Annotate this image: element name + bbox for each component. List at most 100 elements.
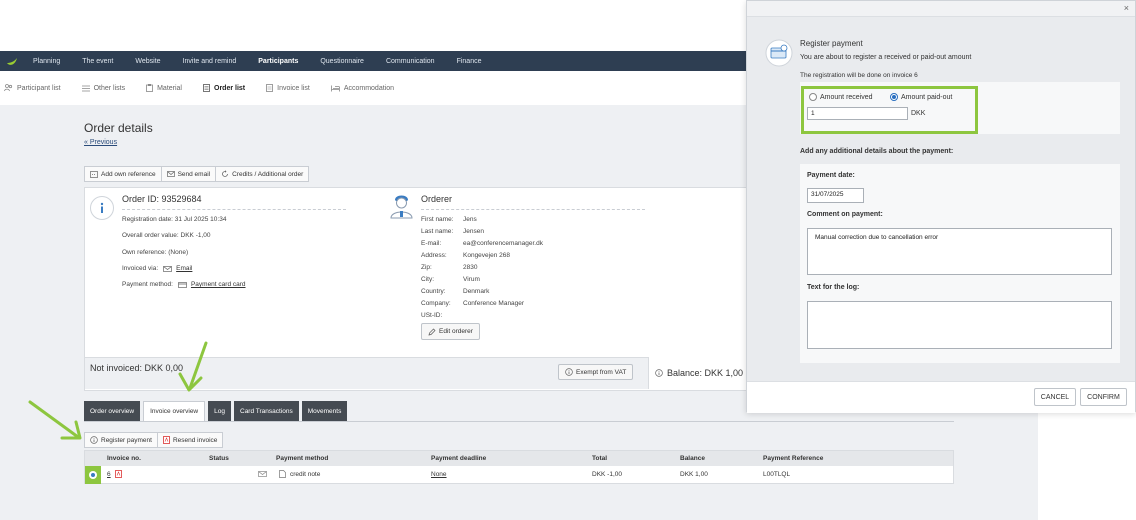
invoice-payment-method: credit note <box>290 471 321 478</box>
tab-divider <box>84 421 954 422</box>
radio-button-selected[interactable] <box>890 93 898 101</box>
subnav-label: Invoice list <box>277 84 310 92</box>
nav-invite-and-remind[interactable]: Invite and remind <box>172 58 248 65</box>
dialog-footer <box>747 381 1135 413</box>
credit-note-icon <box>279 470 286 478</box>
nav-questionnaire[interactable]: Questionnaire <box>309 58 375 65</box>
invoice-icon <box>266 84 274 92</box>
payment-method-label: Payment method: <box>122 281 173 288</box>
edit-orderer-button[interactable]: Edit orderer <box>421 323 480 340</box>
col-balance: Balance <box>680 455 705 462</box>
own-reference: Own reference: (None) <box>122 249 189 256</box>
button-label: Send email <box>177 170 211 178</box>
annotation-arrow-icon <box>28 400 82 440</box>
subnav-invoice-list[interactable]: Invoice list <box>266 84 310 92</box>
col-payment-deadline: Payment deadline <box>431 455 487 462</box>
button-label: Credits / Additional order <box>232 170 304 178</box>
payment-method: Payment method: Payment card card <box>122 281 246 288</box>
confirm-button[interactable]: CONFIRM <box>1080 388 1127 406</box>
exempt-vat-button[interactable]: Exempt from VAT <box>558 364 634 380</box>
nav-finance[interactable]: Finance <box>446 58 493 65</box>
comment-textarea[interactable]: Manual correction due to cancellation er… <box>807 228 1112 275</box>
payment-deadline-link[interactable]: None <box>431 471 447 478</box>
radio-button[interactable] <box>809 93 817 101</box>
orderer-company: Company: Conference Manager <box>421 300 525 307</box>
dialog-header: × <box>747 1 1135 17</box>
email-icon <box>258 471 267 477</box>
subnav-order-list[interactable]: Order list <box>203 84 245 92</box>
payment-card-link[interactable]: Payment card card <box>191 281 246 288</box>
row-select-radio[interactable] <box>85 466 101 484</box>
info-circle-icon <box>90 436 98 444</box>
button-label: Resend invoice <box>172 436 218 444</box>
nav-planning[interactable]: Planning <box>22 58 71 65</box>
info-circle-icon <box>655 369 663 377</box>
list-icon <box>81 85 90 91</box>
subnav-label: Material <box>157 84 182 92</box>
subnav-other-lists[interactable]: Other lists <box>81 84 126 92</box>
subnav-participant-list[interactable]: Participant list <box>4 84 61 92</box>
tab-card-transactions[interactable]: Card Transactions <box>234 401 299 421</box>
previous-link[interactable]: « Previous <box>84 139 117 146</box>
log-text-label: Text for the log: <box>807 284 860 291</box>
orderer-address: Address: Kongevejen 268 <box>421 252 510 259</box>
invoice-note: The registration will be done on invoice… <box>800 72 918 79</box>
pdf-icon <box>163 436 170 444</box>
invoice-actions: Register payment Resend invoice <box>84 432 224 448</box>
subnav-material[interactable]: Material <box>146 84 182 92</box>
email-icon <box>163 265 172 272</box>
resend-invoice-button[interactable]: Resend invoice <box>158 433 222 447</box>
tab-log[interactable]: Log <box>208 401 231 421</box>
subnav-label: Order list <box>214 84 246 92</box>
refresh-icon <box>222 170 228 177</box>
orderer-country: Country: Denmark <box>421 288 490 295</box>
orderer-first-name: First name: Jens <box>421 216 477 223</box>
subnav-label: Other lists <box>93 84 126 92</box>
button-label: Register payment <box>101 436 152 444</box>
tab-invoice-overview[interactable]: Invoice overview <box>143 401 206 421</box>
col-invoice-no: Invoice no. <box>107 455 141 462</box>
register-payment-button[interactable]: Register payment <box>85 433 158 447</box>
invoice-number-link[interactable]: 6 <box>107 471 111 478</box>
button-label: Edit orderer <box>439 328 473 335</box>
payment-date-input[interactable]: 31/07/2025 <box>807 188 864 203</box>
invoice-total: DKK -1,00 <box>592 471 622 478</box>
logo-icon[interactable] <box>2 56 22 66</box>
card-icon <box>178 281 187 288</box>
info-circle-icon <box>565 368 573 376</box>
order-id: Order ID: 93529684 <box>122 194 202 204</box>
close-icon[interactable]: × <box>1124 3 1129 13</box>
radio-amount-paid-out[interactable]: Amount paid-out <box>890 93 952 101</box>
radio-amount-received[interactable]: Amount received <box>809 93 873 101</box>
invoice-reference: L00TLQL <box>763 471 791 478</box>
button-label: Add own reference <box>101 170 156 178</box>
credits-additional-order-button[interactable]: Credits / Additional order <box>216 167 308 181</box>
col-status: Status <box>209 455 229 462</box>
orderer-email: E-mail: ea@conferencemanager.dk <box>421 240 543 247</box>
cancel-button[interactable]: CANCEL <box>1034 388 1076 406</box>
nav-website[interactable]: Website <box>124 58 171 65</box>
log-textarea[interactable] <box>807 301 1112 349</box>
orderer-title: Orderer <box>421 194 453 204</box>
send-email-button[interactable]: Send email <box>162 167 217 181</box>
email-link[interactable]: Email <box>176 265 192 272</box>
info-icon <box>90 196 114 220</box>
people-icon <box>4 84 13 92</box>
subnav-label: Participant list <box>17 84 61 92</box>
tab-movements[interactable]: Movements <box>301 401 348 421</box>
nav-communication[interactable]: Communication <box>375 58 446 65</box>
comment-label: Comment on payment: <box>807 211 883 218</box>
nav-the-event[interactable]: The event <box>71 58 124 65</box>
add-own-reference-button[interactable]: Add own reference <box>85 167 162 181</box>
main-nav: Planning The event Website Invite and re… <box>0 51 760 71</box>
radio-label: Amount paid-out <box>901 93 953 101</box>
invoice-balance: DKK 1,00 <box>680 471 708 478</box>
subnav-accommodation[interactable]: Accommodation <box>330 85 394 92</box>
pdf-icon[interactable] <box>115 470 122 478</box>
page-title: Order details <box>84 121 153 135</box>
dialog-title: Register payment <box>800 39 863 48</box>
amount-input[interactable]: 1 <box>807 107 908 120</box>
registration-date: Registration date: 31 Jul 2025 10:34 <box>122 216 227 223</box>
nav-participants[interactable]: Participants <box>247 58 309 65</box>
tab-order-overview[interactable]: Order overview <box>84 401 141 421</box>
